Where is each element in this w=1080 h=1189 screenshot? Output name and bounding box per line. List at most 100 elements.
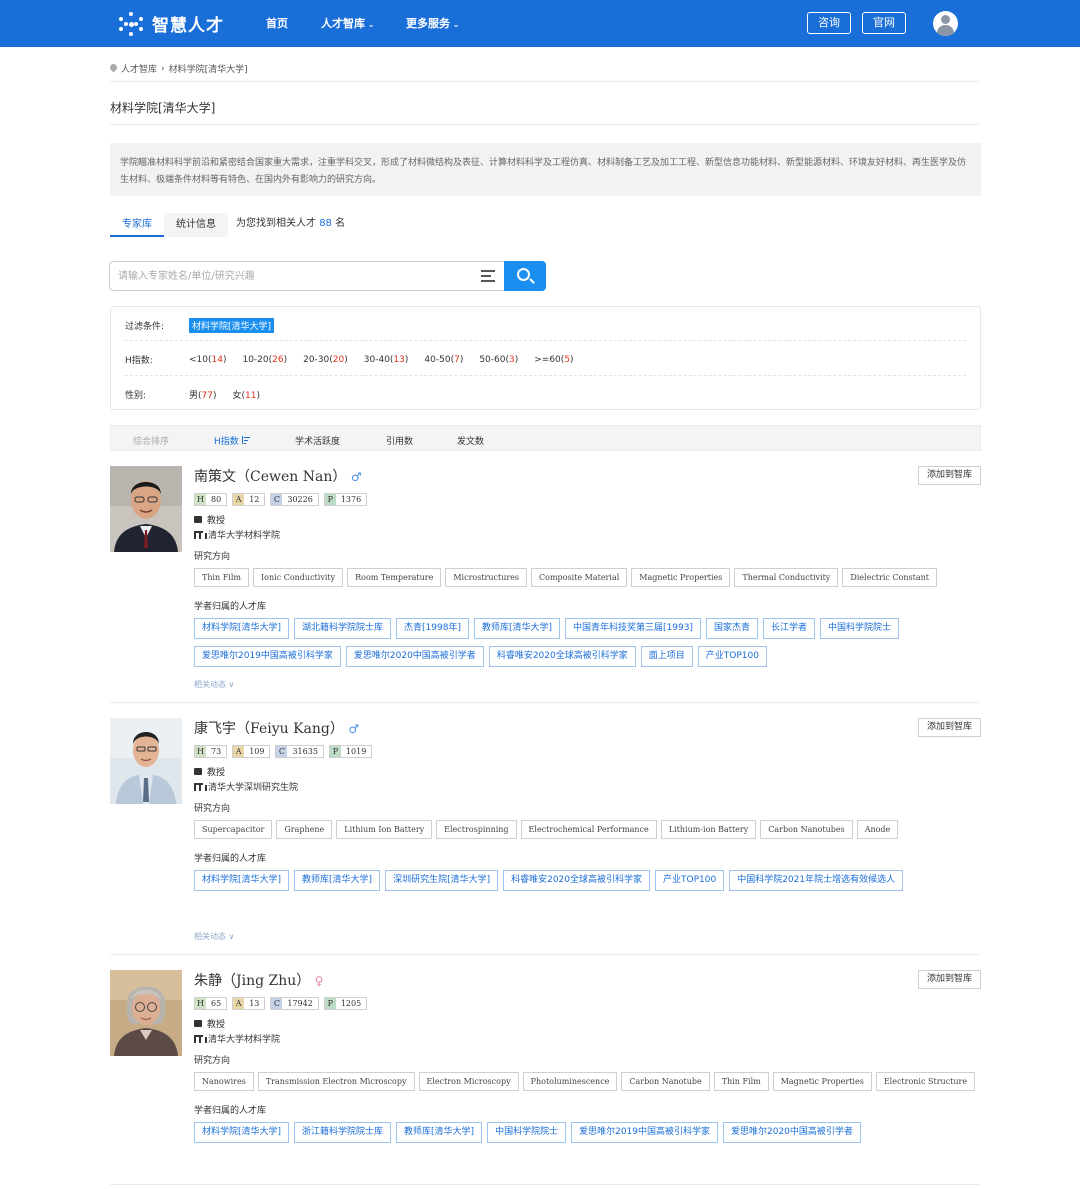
library-tag[interactable]: 产业TOP100 xyxy=(655,870,725,891)
sort-publications[interactable]: 发文数 xyxy=(457,434,484,447)
library-tag[interactable]: 科睿唯安2020全球高被引科学家 xyxy=(503,870,650,891)
library-tag[interactable]: 深圳研究生院[清华大学] xyxy=(385,870,499,891)
h-option[interactable]: 40-50(7) xyxy=(424,355,463,365)
keyword-tag[interactable]: Electrochemical Performance xyxy=(520,820,657,839)
h-option[interactable]: 10-20(26) xyxy=(242,355,287,365)
consult-button[interactable]: 咨询 xyxy=(807,12,851,34)
library-tag[interactable]: 教师库[清华大学] xyxy=(473,618,561,639)
keyword-tag[interactable]: Thin Film xyxy=(713,1072,769,1091)
tab-expert-library[interactable]: 专家库 xyxy=(110,213,164,237)
library-tag[interactable]: 爱思唯尔2020中国高被引学者 xyxy=(723,1122,861,1143)
expert-photo[interactable] xyxy=(110,718,182,804)
citations-value: 31635 xyxy=(292,747,318,756)
nav-more-services[interactable]: 更多服务 ⌄ xyxy=(406,15,460,31)
library-tag[interactable]: 面上项目 xyxy=(640,646,693,667)
keyword-tag[interactable]: Lithium-ion Battery xyxy=(660,820,757,839)
library-tag[interactable]: 材料学院[清华大学] xyxy=(194,618,290,639)
sort-h-index[interactable]: H指数 xyxy=(214,434,250,447)
nav-talent-library[interactable]: 人才智库 ⌄ xyxy=(321,15,375,31)
citations-value: 30226 xyxy=(287,495,313,504)
library-tag[interactable]: 材料学院[清华大学] xyxy=(194,870,290,891)
keyword-tag[interactable]: Room Temperature xyxy=(347,568,442,587)
keyword-tag[interactable]: Carbon Nanotube xyxy=(621,1072,710,1091)
tab-statistics[interactable]: 统计信息 xyxy=(164,213,228,237)
sort-activity[interactable]: 学术活跃度 xyxy=(295,434,340,447)
library-tag[interactable]: 中国青年科技奖第三届[1993] xyxy=(565,618,701,639)
research-heading: 研究方向 xyxy=(194,552,231,562)
keyword-tag[interactable]: Thin Film xyxy=(194,568,249,587)
expert-title: 教授 xyxy=(194,513,225,526)
keyword-tag[interactable]: Electron Microscopy xyxy=(418,1072,519,1091)
library-tag[interactable]: 长江学者 xyxy=(762,618,815,639)
keyword-tag[interactable]: Graphene xyxy=(276,820,333,839)
keyword-tag[interactable]: Supercapacitor xyxy=(194,820,273,839)
brand-logo[interactable]: 智慧人才 xyxy=(118,11,224,36)
papers-value: 1376 xyxy=(340,495,362,504)
h-option[interactable]: 30-40(13) xyxy=(364,355,409,365)
h-option[interactable]: >=60(5) xyxy=(534,355,573,365)
building-icon xyxy=(194,530,207,539)
keyword-tag[interactable]: Photoluminescence xyxy=(522,1072,618,1091)
result-count-suffix: 名 xyxy=(335,218,346,229)
gender-option-female[interactable]: 女(11) xyxy=(233,388,261,401)
add-to-library-button[interactable]: 添加到智库 xyxy=(918,466,981,485)
keyword-tag[interactable]: Electronic Structure xyxy=(875,1072,976,1091)
h-option[interactable]: 50-60(3) xyxy=(479,355,518,365)
library-tag[interactable]: 科睿唯安2020全球高被引科学家 xyxy=(488,646,636,667)
keyword-tag[interactable]: Thermal Conductivity xyxy=(734,568,839,587)
library-tag[interactable]: 材料学院[清华大学] xyxy=(194,1122,290,1143)
library-tag[interactable]: 中国科学院院士 xyxy=(487,1122,567,1143)
library-tag[interactable]: 教师库[清华大学] xyxy=(294,870,381,891)
keyword-tag[interactable]: Lithium Ion Battery xyxy=(336,820,433,839)
expert-photo[interactable] xyxy=(110,970,182,1056)
gender-option-male[interactable]: 男(77) xyxy=(189,388,217,401)
keyword-tag[interactable]: Anode xyxy=(856,820,899,839)
library-tag[interactable]: 产业TOP100 xyxy=(697,646,767,667)
keyword-tag[interactable]: Nanowires xyxy=(194,1072,254,1091)
library-tag[interactable]: 中国科学院院士 xyxy=(819,618,899,639)
keyword-tag[interactable]: Microstructures xyxy=(445,568,528,587)
keyword-tag[interactable]: Magnetic Properties xyxy=(772,1072,872,1091)
keyword-tag[interactable]: Transmission Electron Microscopy xyxy=(257,1072,415,1091)
related-news-toggle[interactable]: 相关动态 ∨ xyxy=(194,679,234,690)
nav-home[interactable]: 首页 xyxy=(266,15,288,31)
expert-name[interactable]: 康飞宇（Feiyu Kang） ♂ xyxy=(194,718,359,738)
search-button[interactable] xyxy=(504,261,546,291)
sort-citations[interactable]: 引用数 xyxy=(386,434,413,447)
sort-overall[interactable]: 综合排序 xyxy=(133,434,169,447)
keyword-tag[interactable]: Ionic Conductivity xyxy=(253,568,344,587)
female-icon: ♀ xyxy=(314,974,324,988)
expert-photo[interactable] xyxy=(110,466,182,552)
active-filter-chip[interactable]: 材料学院[清华大学] xyxy=(189,318,275,333)
h-option-count: 3 xyxy=(509,354,515,365)
library-tag[interactable]: 中国科学院2021年院士增选有效候选人 xyxy=(729,870,904,891)
keyword-tag[interactable]: Carbon Nanotubes xyxy=(760,820,853,839)
keyword-tag[interactable]: Magnetic Properties xyxy=(631,568,731,587)
h-option[interactable]: <10(14) xyxy=(189,355,226,365)
expert-name[interactable]: 朱静（Jing Zhu） ♀ xyxy=(194,970,324,990)
expert-name[interactable]: 南策文（Cewen Nan） ♂ xyxy=(194,466,362,486)
user-avatar-icon[interactable] xyxy=(933,11,958,36)
library-tag[interactable]: 湖北籍科学院院士库 xyxy=(294,618,392,639)
h-index-badge: H 65 xyxy=(194,997,228,1010)
breadcrumb-item-library[interactable]: 人才智库 xyxy=(121,62,157,75)
keyword-tag[interactable]: Composite Material xyxy=(531,568,628,587)
add-to-library-button[interactable]: 添加到智库 xyxy=(918,718,981,737)
keyword-tag[interactable]: Electrospinning xyxy=(436,820,517,839)
h-option[interactable]: 20-30(20) xyxy=(303,355,348,365)
library-tag[interactable]: 爱思唯尔2019中国高被引科学家 xyxy=(571,1122,718,1143)
search-input[interactable] xyxy=(118,268,468,284)
keyword-tag[interactable]: Dielectric Constant xyxy=(842,568,937,587)
add-to-library-button[interactable]: 添加到智库 xyxy=(918,970,981,989)
library-tag[interactable]: 浙江籍科学院院士库 xyxy=(294,1122,392,1143)
list-menu-icon[interactable] xyxy=(481,270,497,282)
library-tag[interactable]: 国家杰青 xyxy=(705,618,758,639)
library-tag[interactable]: 爱思唯尔2019中国高被引科学家 xyxy=(194,646,341,667)
official-site-button[interactable]: 官网 xyxy=(862,12,906,34)
search-box xyxy=(109,261,546,291)
library-tag[interactable]: 爱思唯尔2020中国高被引学者 xyxy=(345,646,484,667)
related-news-toggle[interactable]: 相关动态 ∨ xyxy=(194,931,234,942)
briefcase-icon xyxy=(194,768,202,775)
library-tag[interactable]: 杰青[1998年] xyxy=(396,618,469,639)
library-tag[interactable]: 教师库[清华大学] xyxy=(396,1122,483,1143)
